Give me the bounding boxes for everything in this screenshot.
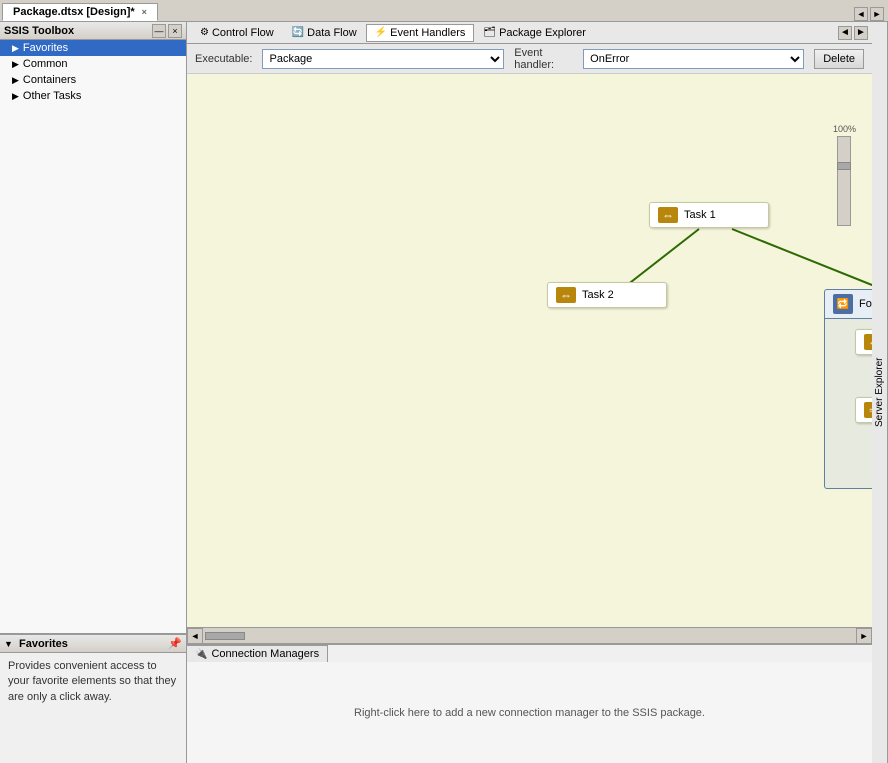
executable-label: Executable: — [195, 53, 252, 65]
arrow-icon: ▶ — [12, 43, 19, 54]
arrow-icon: ▶ — [12, 91, 19, 102]
tab-nav-right[interactable]: ► — [870, 7, 884, 21]
server-explorer-tab[interactable]: Server Explorer — [872, 22, 888, 763]
scroll-right-btn[interactable]: ► — [856, 628, 872, 644]
event-handlers-label: Event Handlers — [390, 27, 465, 39]
package-tab-label: Package.dtsx [Design]* — [13, 6, 135, 18]
foreach-title: Foreach Loop Container — [859, 298, 872, 310]
foreach-header: 🔁 Foreach Loop Container ⌃ — [825, 290, 872, 319]
foreach-icon-symbol: 🔁 — [837, 299, 849, 310]
toolbox-item-label: Common — [23, 58, 68, 70]
package-explorer-icon: 🗂 — [483, 27, 496, 38]
task2-node[interactable]: ⇔ Task 2 — [547, 282, 667, 308]
favorites-collapse-icon: ▼ — [4, 639, 13, 649]
scroll-left-btn[interactable]: ◄ — [187, 628, 203, 644]
favorites-panel-header: ▼ Favorites 📌 — [0, 635, 186, 653]
close-tab-icon[interactable]: × — [142, 7, 147, 17]
toolbox-header-icons: — × — [152, 24, 182, 38]
foreach-body: ⇔ Task 3 — [825, 319, 872, 433]
task2-icon-symbol: ⇔ — [560, 288, 572, 302]
toolbox-header: SSIS Toolbox — × — [0, 22, 186, 40]
executable-select[interactable]: Package — [262, 49, 504, 69]
toolbox-item-label: Other Tasks — [23, 90, 82, 102]
right-area: ⚙ Control Flow 🔄 Data Flow ⚡ Event Handl… — [187, 22, 872, 763]
toolbox-panel: SSIS Toolbox — × ▶ Favorites ▶ Common ▶ … — [0, 22, 187, 763]
main-area: SSIS Toolbox — × ▶ Favorites ▶ Common ▶ … — [0, 22, 888, 763]
arrow-icon: ▶ — [12, 59, 19, 70]
tab-controls: ◄ ► — [854, 7, 888, 21]
server-explorer-label: Server Explorer — [874, 358, 885, 427]
toolbox-pin-icon[interactable]: — — [152, 24, 166, 38]
toolbox-item-containers[interactable]: ▶ Containers — [0, 72, 186, 88]
zoom-label: 100% — [833, 124, 856, 134]
favorites-panel: ▼ Favorites 📌 Provides convenient access… — [0, 633, 186, 763]
connection-managers-content[interactable]: Right-click here to add a new connection… — [187, 662, 872, 763]
favorites-description: Provides convenient access to your favor… — [8, 660, 176, 703]
canvas-container: ⇔ Task 1 ⇔ Task 2 — [187, 74, 872, 763]
app-container: Package.dtsx [Design]* × ◄ ► SSIS Toolbo… — [0, 0, 888, 763]
control-flow-label: Control Flow — [212, 27, 274, 39]
toolbox-item-label: Containers — [23, 74, 76, 86]
toolbox-close-icon[interactable]: × — [168, 24, 182, 38]
toolbox-item-label: Favorites — [23, 42, 68, 54]
event-handler-label: Event handler: — [514, 47, 573, 71]
toolbox-item-favorites[interactable]: ▶ Favorites — [0, 40, 186, 56]
package-tab[interactable]: Package.dtsx [Design]* × — [2, 3, 158, 21]
connection-lines — [187, 74, 872, 627]
data-flow-icon: 🔄 — [292, 27, 304, 38]
h-scroll-track[interactable] — [205, 632, 854, 640]
task1-icon-symbol: ⇔ — [662, 208, 674, 222]
designer-tab-bar: ⚙ Control Flow 🔄 Data Flow ⚡ Event Handl… — [187, 22, 872, 44]
task2-label: Task 2 — [582, 289, 614, 301]
favorites-panel-title: ▼ Favorites — [4, 638, 68, 650]
designer-nav-left[interactable]: ◄ — [838, 26, 852, 40]
toolbox-item-other-tasks[interactable]: ▶ Other Tasks — [0, 88, 186, 104]
foreach-container[interactable]: 🔁 Foreach Loop Container ⌃ ⇔ — [824, 289, 872, 489]
task1-label: Task 1 — [684, 209, 716, 221]
tab-nav-left[interactable]: ◄ — [854, 7, 868, 21]
connection-managers-panel: 🔌 Connection Managers Right-click here t… — [187, 643, 872, 763]
tab-package-explorer[interactable]: 🗂 Package Explorer — [474, 24, 595, 42]
event-handler-select[interactable]: OnError — [583, 49, 804, 69]
document-tab-bar: Package.dtsx [Design]* × ◄ ► — [0, 0, 888, 22]
toolbox-item-common[interactable]: ▶ Common — [0, 56, 186, 72]
conn-mgr-tab-row: 🔌 Connection Managers — [187, 645, 872, 662]
designer-nav-right[interactable]: ► — [854, 26, 868, 40]
task4-node[interactable]: ⇒ Task 4 — [855, 397, 872, 423]
exe-event-row: Executable: Package Event handler: OnErr… — [187, 44, 872, 74]
favorites-panel-pin[interactable]: 📌 — [168, 637, 182, 650]
delete-button[interactable]: Delete — [814, 49, 864, 69]
conn-mgr-icon: 🔌 — [195, 649, 207, 660]
connection-managers-tab[interactable]: 🔌 Connection Managers — [187, 645, 328, 662]
favorites-panel-content: Provides convenient access to your favor… — [0, 653, 186, 763]
arrow-icon: ▶ — [12, 75, 19, 86]
zoom-track — [837, 136, 851, 226]
foreach-header-content: 🔁 Foreach Loop Container — [833, 294, 872, 314]
h-scroll-thumb[interactable] — [205, 632, 245, 640]
toolbox-title: SSIS Toolbox — [4, 25, 74, 37]
designer-tab-controls: ◄ ► — [838, 26, 868, 40]
conn-mgr-tab-label: Connection Managers — [211, 648, 319, 660]
tab-data-flow[interactable]: 🔄 Data Flow — [283, 24, 366, 42]
tab-event-handlers[interactable]: ⚡ Event Handlers — [366, 24, 475, 42]
task3-icon: ⇔ — [864, 334, 872, 350]
task1-icon: ⇔ — [658, 207, 678, 223]
design-canvas[interactable]: ⇔ Task 1 ⇔ Task 2 — [187, 74, 872, 627]
control-flow-icon: ⚙ — [200, 27, 209, 38]
task2-icon: ⇔ — [556, 287, 576, 303]
foreach-icon: 🔁 — [833, 294, 853, 314]
package-explorer-label: Package Explorer — [499, 27, 586, 39]
toolbox-content: ▶ Favorites ▶ Common ▶ Containers ▶ Othe… — [0, 40, 186, 633]
zoom-indicator: 100% — [833, 124, 856, 226]
task4-icon: ⇒ — [864, 402, 872, 418]
zoom-thumb[interactable] — [837, 162, 851, 170]
h-scrollbar: ◄ ► — [187, 627, 872, 643]
conn-mgr-empty-text: Right-click here to add a new connection… — [354, 707, 705, 719]
task3-node[interactable]: ⇔ Task 3 — [855, 329, 872, 355]
event-handlers-icon: ⚡ — [375, 27, 387, 38]
tab-control-flow[interactable]: ⚙ Control Flow — [191, 24, 283, 42]
task1-node[interactable]: ⇔ Task 1 — [649, 202, 769, 228]
data-flow-label: Data Flow — [307, 27, 357, 39]
